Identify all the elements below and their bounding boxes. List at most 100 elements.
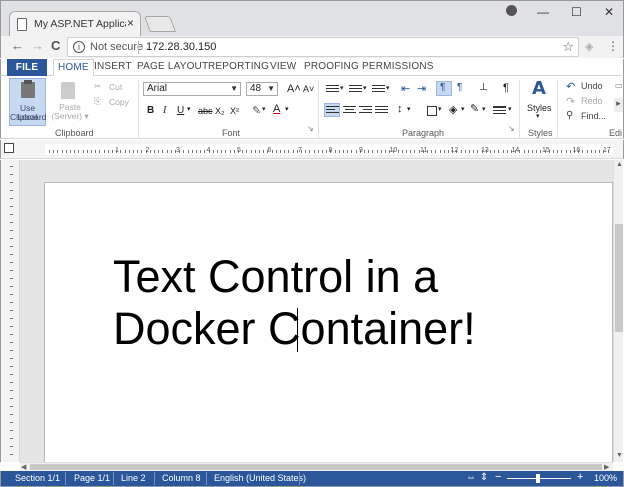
ribbon-extra-icon[interactable]: ▭ (615, 81, 623, 90)
strikethrough-button[interactable]: abc (198, 106, 213, 116)
highlight-dropdown-icon[interactable]: ▾ (262, 105, 266, 113)
bold-button[interactable]: B (147, 105, 154, 116)
pen-color-dropdown-icon[interactable]: ▾ (482, 105, 486, 113)
sort-icon[interactable]: ⊥ (479, 82, 488, 93)
tab-reporting[interactable]: REPORTING (208, 61, 269, 72)
info-icon[interactable]: i (73, 41, 85, 53)
multilevel-list-icon[interactable] (372, 85, 385, 95)
cut-icon[interactable]: ✂ (94, 81, 101, 92)
font-size-select[interactable]: 48 ▼ (246, 82, 278, 96)
bookmark-star-icon[interactable]: ☆ (562, 39, 574, 55)
align-center-icon[interactable] (343, 106, 356, 116)
document-page[interactable]: Text Control in a Docker Container! (44, 182, 613, 472)
line-style-dropdown-icon[interactable]: ▾ (508, 105, 512, 113)
vertical-ruler[interactable] (0, 160, 20, 462)
security-status[interactable]: Not secure (90, 41, 143, 53)
font-family-select[interactable]: Arial ▼ (143, 82, 241, 96)
horizontal-scrollbar[interactable]: ◀ ▶ (20, 462, 613, 471)
zoom-slider-thumb[interactable] (536, 474, 540, 483)
document-canvas[interactable]: Text Control in a Docker Container! (20, 160, 613, 472)
profile-icon[interactable] (506, 5, 517, 16)
horizontal-scroll-thumb[interactable] (30, 464, 602, 470)
tab-permissions[interactable]: PERMISSIONS (362, 61, 434, 72)
tab-proofing[interactable]: PROOFING (304, 61, 359, 72)
multilevel-dropdown-icon[interactable]: ▾ (386, 84, 390, 92)
rtl-icon[interactable]: ¶ (457, 82, 462, 93)
numbering-icon[interactable] (349, 85, 362, 95)
menu-icon[interactable]: ⋮ (607, 39, 619, 53)
justify-icon[interactable] (375, 106, 388, 116)
font-color-icon[interactable]: A (273, 103, 280, 115)
language-indicator[interactable]: English (United States) (214, 473, 306, 483)
reload-icon[interactable]: C (51, 38, 60, 53)
scroll-right-icon[interactable]: ▶ (604, 463, 609, 471)
paragraph-dialog-launcher-icon[interactable]: ↘ (508, 124, 515, 133)
shading-icon[interactable]: ◈ (449, 103, 457, 116)
minimize-icon[interactable]: — (537, 5, 549, 19)
vertical-scrollbar[interactable]: ▲ ▼ (613, 160, 623, 462)
document-line-2[interactable]: Docker Container! (113, 303, 476, 355)
find-icon[interactable]: ⚲ (566, 110, 573, 121)
use-local-clipboard-button[interactable]: Use Local Clipboard (9, 78, 46, 126)
scroll-left-icon[interactable]: ◀ (21, 463, 26, 471)
bullets-icon[interactable] (326, 85, 339, 95)
ribbon-scroll-right-icon[interactable]: ▸ (614, 98, 623, 112)
redo-icon[interactable]: ↷ (566, 95, 575, 108)
tab-close-icon[interactable]: × (127, 16, 134, 30)
numbering-dropdown-icon[interactable]: ▾ (363, 84, 367, 92)
grow-font-button[interactable]: A˄ (287, 83, 301, 95)
new-tab-button[interactable] (144, 16, 176, 32)
font-color-dropdown-icon[interactable]: ▾ (285, 105, 289, 113)
paste-icon[interactable] (61, 82, 75, 99)
shading-dropdown-icon[interactable]: ▾ (461, 105, 465, 113)
tab-home[interactable]: HOME (53, 59, 94, 77)
close-window-icon[interactable]: ✕ (604, 5, 614, 19)
line-spacing-icon[interactable]: ↕ (397, 103, 403, 115)
paste-label-2[interactable]: (Server) ▾ (49, 112, 91, 121)
find-button[interactable]: Find... (581, 111, 606, 121)
copy-button[interactable]: Copy (109, 97, 129, 107)
zoom-in-button[interactable]: + (577, 471, 583, 483)
styles-dropdown-icon[interactable]: ▾ (536, 112, 540, 120)
zoom-page-icon[interactable]: ⇕ (480, 472, 488, 483)
subscript-button[interactable]: X₂ (215, 106, 225, 116)
show-formatting-marks-button[interactable]: ¶ (503, 82, 509, 94)
extension-icon[interactable]: ◈ (585, 40, 593, 53)
highlight-color-icon[interactable]: ✎ (252, 104, 261, 117)
tab-view[interactable]: VIEW (270, 61, 296, 72)
browser-tab[interactable]: My ASP.NET Application × (9, 11, 141, 37)
decrease-indent-icon[interactable]: ⇤ (401, 82, 410, 95)
redo-button[interactable]: Redo (581, 96, 603, 106)
zoom-fit-icon[interactable]: ⇔ (466, 472, 476, 483)
url-text[interactable]: 172.28.30.150 (146, 41, 216, 53)
align-right-icon[interactable] (359, 106, 372, 116)
address-bar[interactable]: i Not secure 172.28.30.150 ☆ (67, 37, 579, 57)
pen-color-icon[interactable]: ✎ (470, 102, 479, 115)
borders-dropdown-icon[interactable]: ▾ (438, 105, 442, 113)
vertical-scroll-thumb[interactable] (615, 224, 623, 332)
line-style-icon[interactable] (493, 106, 506, 116)
borders-icon[interactable] (427, 106, 437, 116)
horizontal-ruler[interactable]: 1 2 3 4 5 6 7 8 9 10 11 12 13 14 15 16 17 (0, 140, 624, 159)
cut-button[interactable]: Cut (109, 82, 122, 92)
forward-icon[interactable]: → (31, 38, 44, 53)
tab-selector-icon[interactable] (4, 143, 14, 153)
back-icon[interactable]: ← (11, 38, 24, 53)
increase-indent-icon[interactable]: ⇥ (417, 82, 426, 95)
document-line-1[interactable]: Text Control in a (113, 251, 476, 303)
zoom-out-button[interactable]: − (495, 471, 501, 483)
bullets-dropdown-icon[interactable]: ▾ (340, 84, 344, 92)
maximize-icon[interactable]: ☐ (571, 5, 582, 19)
tab-file[interactable]: FILE (7, 59, 47, 76)
scroll-down-icon[interactable]: ▼ (616, 452, 623, 459)
scroll-up-icon[interactable]: ▲ (616, 161, 623, 168)
tab-page-layout[interactable]: PAGE LAYOUT (137, 61, 208, 72)
font-dialog-launcher-icon[interactable]: ↘ (307, 124, 314, 133)
underline-dropdown-icon[interactable]: ▾ (187, 105, 191, 113)
underline-button[interactable]: U (177, 105, 184, 116)
document-body[interactable]: Text Control in a Docker Container! (113, 251, 476, 355)
copy-icon[interactable]: ⎘ (94, 96, 101, 107)
italic-button[interactable]: I (163, 105, 166, 116)
shrink-font-button[interactable]: A˅ (303, 84, 314, 94)
tab-insert[interactable]: INSERT (94, 61, 132, 72)
